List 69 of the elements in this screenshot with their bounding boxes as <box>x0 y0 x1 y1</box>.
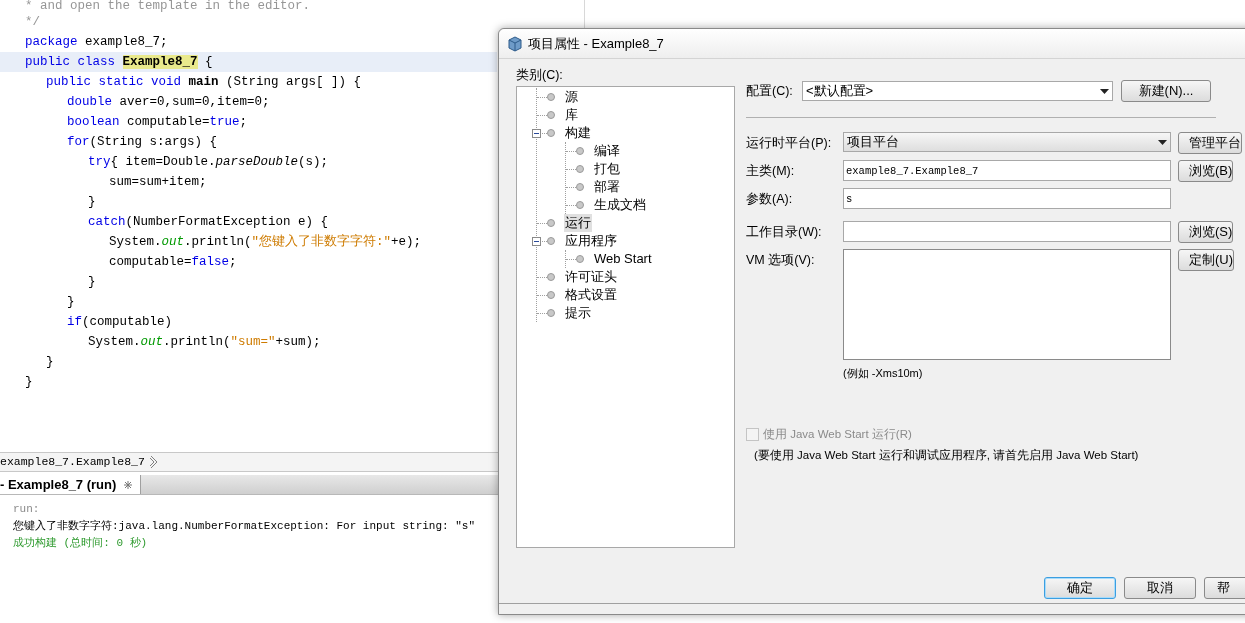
code-line: catch(NumberFormatException e) { <box>87 214 330 231</box>
code-line: System.out.println("sum="+sum); <box>87 334 322 351</box>
code-line: try{ item=Double.parseDouble(s); <box>87 154 330 171</box>
hint-text: (例如 -Xms10m) <box>843 366 924 381</box>
dialog-button[interactable]: 定制(U) <box>1178 249 1235 271</box>
code-line: double aver=0,sum=0,item=0; <box>66 94 271 111</box>
tree-item[interactable]: Web Start <box>593 250 653 268</box>
dialog-button[interactable]: 新建(N)... <box>1121 80 1211 102</box>
field-label: 主类(M): <box>746 163 796 180</box>
text-field[interactable] <box>843 221 1171 242</box>
code-line: } <box>66 294 76 311</box>
code-line: package example8_7; <box>24 34 169 51</box>
code-line: boolean computable=true; <box>66 114 249 131</box>
tree-item[interactable]: 编译 <box>593 142 621 160</box>
cube-icon <box>507 35 523 52</box>
config-dropdown[interactable]: <默认配置> <box>802 81 1113 101</box>
field-label: 配置(C): <box>746 82 794 100</box>
collapse-icon[interactable] <box>532 128 541 138</box>
window-title: 项目属性 - Example8_7 <box>528 34 664 53</box>
field-label: VM 选项(V): <box>746 252 816 269</box>
tree-item[interactable]: 打包 <box>593 160 621 178</box>
text-area[interactable] <box>843 249 1171 360</box>
output-line: run: <box>13 502 41 517</box>
collapse-icon[interactable] <box>532 236 541 246</box>
tree-item[interactable]: 运行 <box>564 214 592 232</box>
tree-item[interactable]: 许可证头 <box>564 268 618 286</box>
chevron-right-icon <box>148 455 159 469</box>
tree-item[interactable]: 提示 <box>564 304 592 322</box>
field-label: 运行时平台(P): <box>746 135 833 152</box>
output-line: 成功构建 (总时间: 0 秒) <box>13 536 149 551</box>
tree-item[interactable]: 源 <box>564 88 579 106</box>
close-icon[interactable] <box>124 480 133 489</box>
text-field[interactable]: s <box>843 188 1171 209</box>
code-line: } <box>24 374 34 391</box>
dialog-button[interactable]: 浏览(B) <box>1178 160 1234 182</box>
code-line: } <box>87 194 97 211</box>
code-line: } <box>87 274 97 291</box>
dropdown-caret-icon <box>1100 88 1109 94</box>
code-line: System.out.println("您键入了非数字字符:"+e); <box>108 233 423 251</box>
code-line: sum=sum+item; <box>108 174 208 191</box>
code-line: for(String s:args) { <box>66 134 219 151</box>
code-line: */ <box>24 14 41 31</box>
tree-item[interactable]: 应用程序 <box>564 232 618 250</box>
tree-item[interactable]: 格式设置 <box>564 286 618 304</box>
platform-dropdown[interactable]: 项目平台 <box>843 132 1171 152</box>
code-line: } <box>45 354 55 371</box>
code-line: * and open the template in the editor. <box>24 0 312 12</box>
field-label: 工作目录(W): <box>746 224 823 241</box>
note-text: (要使用 Java Web Start 运行和调试应用程序, 请首先启用 Java Web Start) <box>754 447 1140 463</box>
output-line: 您键入了非数字字符:java.lang.NumberFormatException: For input string: "s" <box>13 519 477 534</box>
code-line: computable=false; <box>108 254 238 271</box>
tree-item[interactable]: 生成文档 <box>593 196 647 214</box>
field-label: 参数(A): <box>746 191 794 208</box>
dialog-button[interactable]: 浏览(S) <box>1178 221 1234 243</box>
tree-item[interactable]: 部署 <box>593 178 621 196</box>
output-tab[interactable]: - Example8_7 (run) <box>0 475 142 494</box>
code-line: public static void main (String args[ ]) { <box>45 74 363 91</box>
dialog-button[interactable]: 确定 <box>1044 577 1116 599</box>
code-line: if(computable) <box>66 314 174 331</box>
text-field[interactable]: example8_7.Example8_7 <box>843 160 1171 181</box>
tree-item[interactable]: 库 <box>564 106 579 124</box>
checkbox-label: 使用 Java Web Start 运行(R) <box>763 426 912 442</box>
dialog-button[interactable]: 管理平台 <box>1178 132 1242 154</box>
dialog-button[interactable]: 帮 <box>1204 577 1245 599</box>
tree-item[interactable]: 构建 <box>564 124 592 142</box>
breadcrumb[interactable]: example8_7.Example8_7 <box>0 453 145 471</box>
dialog-button[interactable]: 取消 <box>1124 577 1196 599</box>
category-label: 类别(C): <box>516 68 564 82</box>
dropdown-caret-icon <box>1158 139 1167 145</box>
